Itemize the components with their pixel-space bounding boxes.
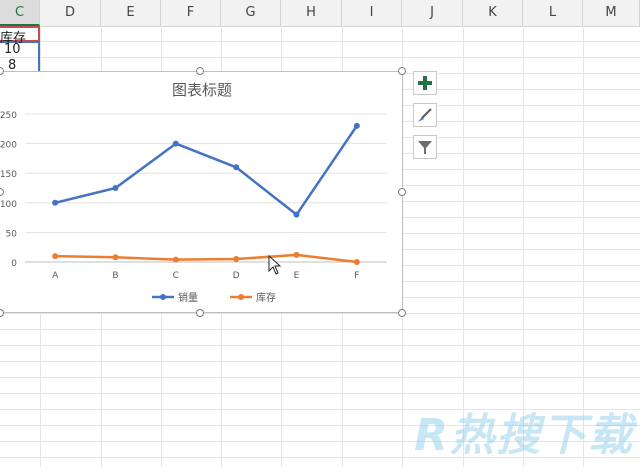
chart-gridlines — [25, 113, 387, 263]
legend-marker — [238, 294, 244, 300]
data-point[interactable] — [353, 259, 360, 265]
x-tick-label: F — [354, 271, 359, 281]
watermark-logo: R热搜下载 — [414, 410, 634, 461]
resize-handle-bottom-center[interactable] — [196, 309, 204, 317]
y-tick-label: 50 — [6, 229, 18, 239]
legend-label: 销量 — [178, 291, 198, 304]
column-header-l[interactable]: L — [523, 0, 583, 26]
column-header-h[interactable]: H — [281, 0, 342, 26]
resize-handle-top-center[interactable] — [196, 67, 204, 75]
legend-label: 库存 — [256, 291, 276, 304]
chart-legend[interactable]: 销量 库存 — [152, 291, 276, 304]
y-tick-label: 250 — [0, 111, 17, 121]
data-point[interactable] — [172, 140, 179, 147]
column-header-d[interactable]: D — [40, 0, 101, 26]
brush-icon — [418, 108, 432, 122]
y-tick-label: 200 — [0, 141, 17, 151]
resize-handle-bottom-right[interactable] — [398, 309, 406, 317]
filter-icon — [418, 141, 432, 154]
x-tick-label: E — [294, 271, 300, 281]
series-line[interactable] — [54, 125, 358, 216]
column-header-j[interactable]: J — [402, 0, 463, 26]
column-header-e[interactable]: E — [101, 0, 161, 26]
x-tick-label: B — [112, 271, 118, 281]
y-tick-label: 100 — [0, 200, 17, 210]
data-point[interactable] — [293, 211, 300, 218]
chart-series[interactable] — [52, 122, 360, 265]
data-point[interactable] — [52, 199, 59, 206]
resize-handle-top-right[interactable] — [398, 67, 406, 75]
column-header-g[interactable]: G — [221, 0, 281, 26]
y-tick-label: 0 — [11, 259, 17, 269]
plus-icon — [418, 76, 432, 90]
column-header-m[interactable]: M — [583, 0, 640, 26]
y-tick-label: 150 — [0, 170, 17, 180]
x-tick-label: D — [233, 271, 240, 281]
legend-marker — [160, 294, 166, 300]
chart-elements-button[interactable] — [413, 71, 437, 95]
data-point[interactable] — [233, 256, 240, 263]
chart-title[interactable]: 图表标题 — [172, 81, 232, 99]
data-point[interactable] — [112, 185, 119, 191]
chart-filters-button[interactable] — [413, 135, 437, 159]
data-point[interactable] — [52, 253, 59, 260]
chart-plot: 图表标题 0 50 100 150 200 250 A B C D E F 销量 库存 — [0, 81, 387, 304]
x-axis-ticks: A B C D E F — [52, 271, 359, 281]
data-point[interactable] — [172, 256, 179, 263]
series-line[interactable] — [55, 253, 357, 264]
column-header-c[interactable]: C — [0, 0, 40, 26]
column-header-i[interactable]: I — [342, 0, 402, 26]
x-tick-label: C — [173, 271, 179, 281]
resize-handle-middle-right[interactable] — [398, 188, 406, 196]
column-header-row: C D E F G H I J K L M — [0, 0, 640, 27]
column-header-k[interactable]: K — [463, 0, 523, 26]
data-point[interactable] — [112, 254, 119, 261]
cell-c2[interactable]: 10 — [4, 42, 21, 57]
x-tick-label: A — [52, 271, 59, 281]
data-point[interactable] — [233, 164, 240, 171]
line-chart[interactable]: 图表标题 0 50 100 150 200 250 A B C D E F 销量 库存 — [0, 71, 403, 313]
resize-handle-bottom-left[interactable] — [0, 309, 4, 317]
chart-styles-button[interactable] — [413, 103, 437, 127]
column-header-f[interactable]: F — [161, 0, 221, 26]
data-point[interactable] — [293, 251, 300, 258]
data-point[interactable] — [353, 122, 360, 129]
mouse-cursor-icon — [268, 255, 282, 275]
